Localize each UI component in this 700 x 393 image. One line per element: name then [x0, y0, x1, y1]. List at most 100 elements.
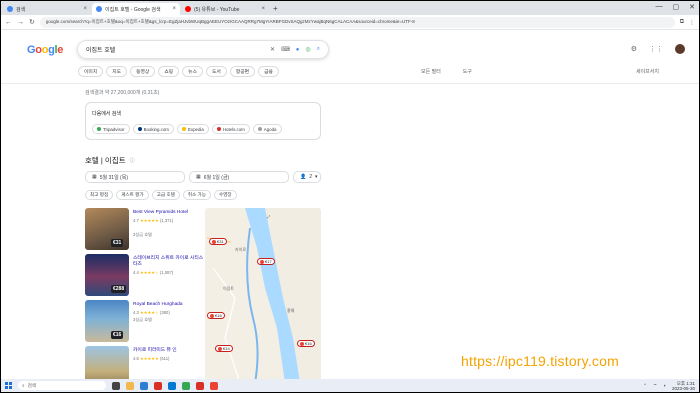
hotel-price: €288 — [111, 285, 127, 293]
hotel-map[interactable]: ⤢ 카이로 이집트 홍해 €31 €17 €16 €14 €16 — [205, 208, 321, 383]
network-icon[interactable]: ⌔ — [653, 383, 657, 389]
map-pin[interactable]: €16 — [297, 340, 315, 347]
tab-flights[interactable]: 항공편 — [229, 66, 256, 77]
chrome-icon[interactable] — [210, 381, 218, 390]
hotel-name: Royal Beach Hurghada — [133, 302, 183, 307]
clear-icon[interactable]: ✕ — [270, 46, 275, 53]
close-tab-icon[interactable]: × — [172, 6, 176, 12]
search-input[interactable]: 이집트 호텔 ✕ ⌨ ● ◎ ⌕ — [77, 40, 329, 59]
store-icon[interactable] — [168, 381, 176, 390]
hotel-rating: 4.7 ★★★★★ (1,371) — [133, 218, 174, 223]
search-query: 이집트 호텔 — [86, 48, 116, 54]
clock[interactable]: 오후 1:31 2023-05-30 — [672, 381, 695, 391]
task-view-icon[interactable] — [112, 381, 120, 390]
hotel-filters: 최고 평점 게스트 평가 고급 호텔 취소 가능 수영장 — [85, 190, 237, 200]
map-pin[interactable]: €17 — [257, 258, 275, 265]
forward-icon[interactable]: → — [17, 19, 24, 26]
hotels-icon — [216, 127, 221, 131]
provider-hotels[interactable]: Hotels.com — [211, 124, 250, 134]
extensions-icon[interactable]: ⧉ — [680, 19, 684, 26]
provider-list: Tripadvisor Booking.com Expedia Hotels.c… — [92, 124, 282, 134]
checkin-date[interactable]: ▦ 5월 31일 (목) — [85, 171, 185, 183]
search-icon[interactable]: ⌕ — [317, 46, 320, 53]
apps-icon[interactable]: ⋮⋮ — [649, 45, 663, 53]
filter-top-rated[interactable]: 최고 평점 — [85, 190, 114, 200]
map-label: 카이로 — [235, 247, 247, 252]
settings-icon[interactable]: ⚙ — [631, 45, 637, 53]
close-tab-icon[interactable]: × — [83, 6, 87, 12]
search-tabs: 이미지 지도 동영상 쇼핑 뉴스 도서 항공편 금융 — [78, 66, 279, 77]
google-favicon-icon — [7, 6, 13, 12]
maximize-button[interactable]: ▢ — [673, 3, 680, 11]
back-icon[interactable]: ← — [5, 19, 12, 26]
hotel-rating: 4.6 ★★★★★ (511) — [133, 356, 170, 361]
filter-cancellable[interactable]: 취소 가능 — [182, 190, 211, 200]
tab-images[interactable]: 이미지 — [78, 66, 104, 77]
info-icon[interactable]: ⓘ — [130, 157, 135, 164]
provider-booking[interactable]: Booking.com — [132, 124, 174, 134]
safesearch-button[interactable]: 세이프서치 — [636, 68, 659, 75]
date-pickers: ▦ 5월 31일 (목) ▦ 6월 1일 (금) 👤 2 ▾ — [85, 171, 321, 183]
chevron-up-icon[interactable]: ⌃ — [643, 383, 647, 389]
windows-start-icon[interactable] — [5, 382, 12, 389]
provider-expedia[interactable]: Expedia — [176, 124, 209, 134]
tab-shopping[interactable]: 쇼핑 — [158, 66, 180, 77]
map-pin[interactable]: €14 — [215, 345, 233, 352]
hotel-card[interactable]: €16 Royal Beach Hurghada 4.3 ★★★★☆ (380)… — [85, 300, 205, 346]
filter-pool[interactable]: 수영장 — [213, 190, 237, 200]
tab-google-search[interactable]: 이집트 호텔 - Google 검색 × — [92, 3, 180, 15]
hotel-price: €16 — [111, 331, 124, 339]
provider-tripadvisor[interactable]: Tripadvisor — [92, 124, 130, 134]
tools-button[interactable]: 도구 — [463, 68, 472, 75]
file-explorer-icon[interactable] — [126, 381, 134, 390]
lens-icon[interactable]: ◎ — [305, 46, 310, 53]
tab-maps[interactable]: 지도 — [106, 66, 128, 77]
guest-selector[interactable]: 👤 2 ▾ — [293, 171, 321, 183]
map-pin[interactable]: €31 — [209, 238, 227, 245]
map-pin[interactable]: €16 — [207, 312, 225, 319]
chrome-icon[interactable] — [154, 381, 162, 390]
all-filters-button[interactable]: 모든 필터 — [421, 68, 441, 75]
filter-luxury[interactable]: 고급 호텔 — [151, 190, 180, 200]
tab-books[interactable]: 도서 — [205, 66, 227, 77]
close-button[interactable]: ✕ — [689, 3, 695, 11]
hotel-card[interactable]: €288 스테이브리지 스위트 카이로 시티스타즈 4.4 ★★★★☆ (1,0… — [85, 254, 205, 300]
map-canvas — [205, 208, 321, 383]
close-tab-icon[interactable]: × — [261, 6, 265, 12]
avatar[interactable] — [675, 44, 685, 54]
tab-finance[interactable]: 금융 — [258, 66, 279, 77]
checkout-date[interactable]: ▦ 6월 1일 (금) — [189, 171, 289, 183]
taskbar: ⌕ 검색 ⌃ ⌔ ◖ 오후 1:31 2023-05-30 — [1, 379, 699, 392]
map-label: 이집트 — [223, 286, 235, 291]
chevron-down-icon: ▾ — [315, 174, 318, 180]
expedia-icon — [181, 127, 186, 131]
system-tray: ⌃ ⌔ ◖ 오후 1:31 2023-05-30 — [643, 381, 695, 391]
hotel-pin-icon — [212, 239, 216, 244]
google-logo[interactable]: Google — [27, 44, 63, 56]
chrome-icon[interactable] — [196, 381, 204, 390]
url-field[interactable]: google.com/search?q=이집트+호텔&oq=이집트+호텔&gs_… — [39, 16, 675, 28]
tab-bar: 검색 × 이집트 호텔 - Google 검색 × (5) 유튜브 - YouTub… — [1, 1, 699, 15]
volume-icon[interactable]: ◖ — [663, 383, 666, 388]
new-tab-button[interactable]: + — [273, 4, 278, 13]
provider-agoda[interactable]: Agoda — [252, 124, 282, 134]
filter-guest-favorite[interactable]: 게스트 평가 — [116, 190, 149, 200]
hotel-card[interactable]: €31 Best View Pyramids Hotel 4.7 ★★★★★ (… — [85, 208, 205, 254]
taskbar-search[interactable]: ⌕ 검색 — [18, 381, 106, 390]
browser-window: 검색 × 이집트 호텔 - Google 검색 × (5) 유튜브 - YouTub… — [1, 1, 699, 392]
reload-icon[interactable]: ↻ — [29, 18, 35, 26]
minimize-button[interactable]: — — [656, 3, 663, 11]
hotel-name: Best View Pyramids Hotel — [133, 210, 189, 215]
tab-search[interactable]: 검색 × — [3, 3, 91, 15]
keyboard-icon[interactable]: ⌨ — [281, 46, 290, 53]
menu-icon[interactable]: ⋮ — [689, 19, 695, 26]
mic-icon[interactable]: ● — [296, 47, 300, 53]
hotel-name: 스테이브리지 스위트 카이로 시티스타즈 — [133, 256, 204, 267]
expand-map-icon[interactable]: ⤢ — [267, 214, 270, 219]
tab-youtube[interactable]: (5) 유튜브 - YouTube × — [181, 3, 269, 15]
booking-icon — [137, 127, 142, 131]
tab-videos[interactable]: 동영상 — [130, 66, 156, 77]
app-icon[interactable] — [182, 381, 190, 390]
tab-news[interactable]: 뉴스 — [182, 66, 203, 77]
edge-icon[interactable] — [140, 381, 148, 390]
